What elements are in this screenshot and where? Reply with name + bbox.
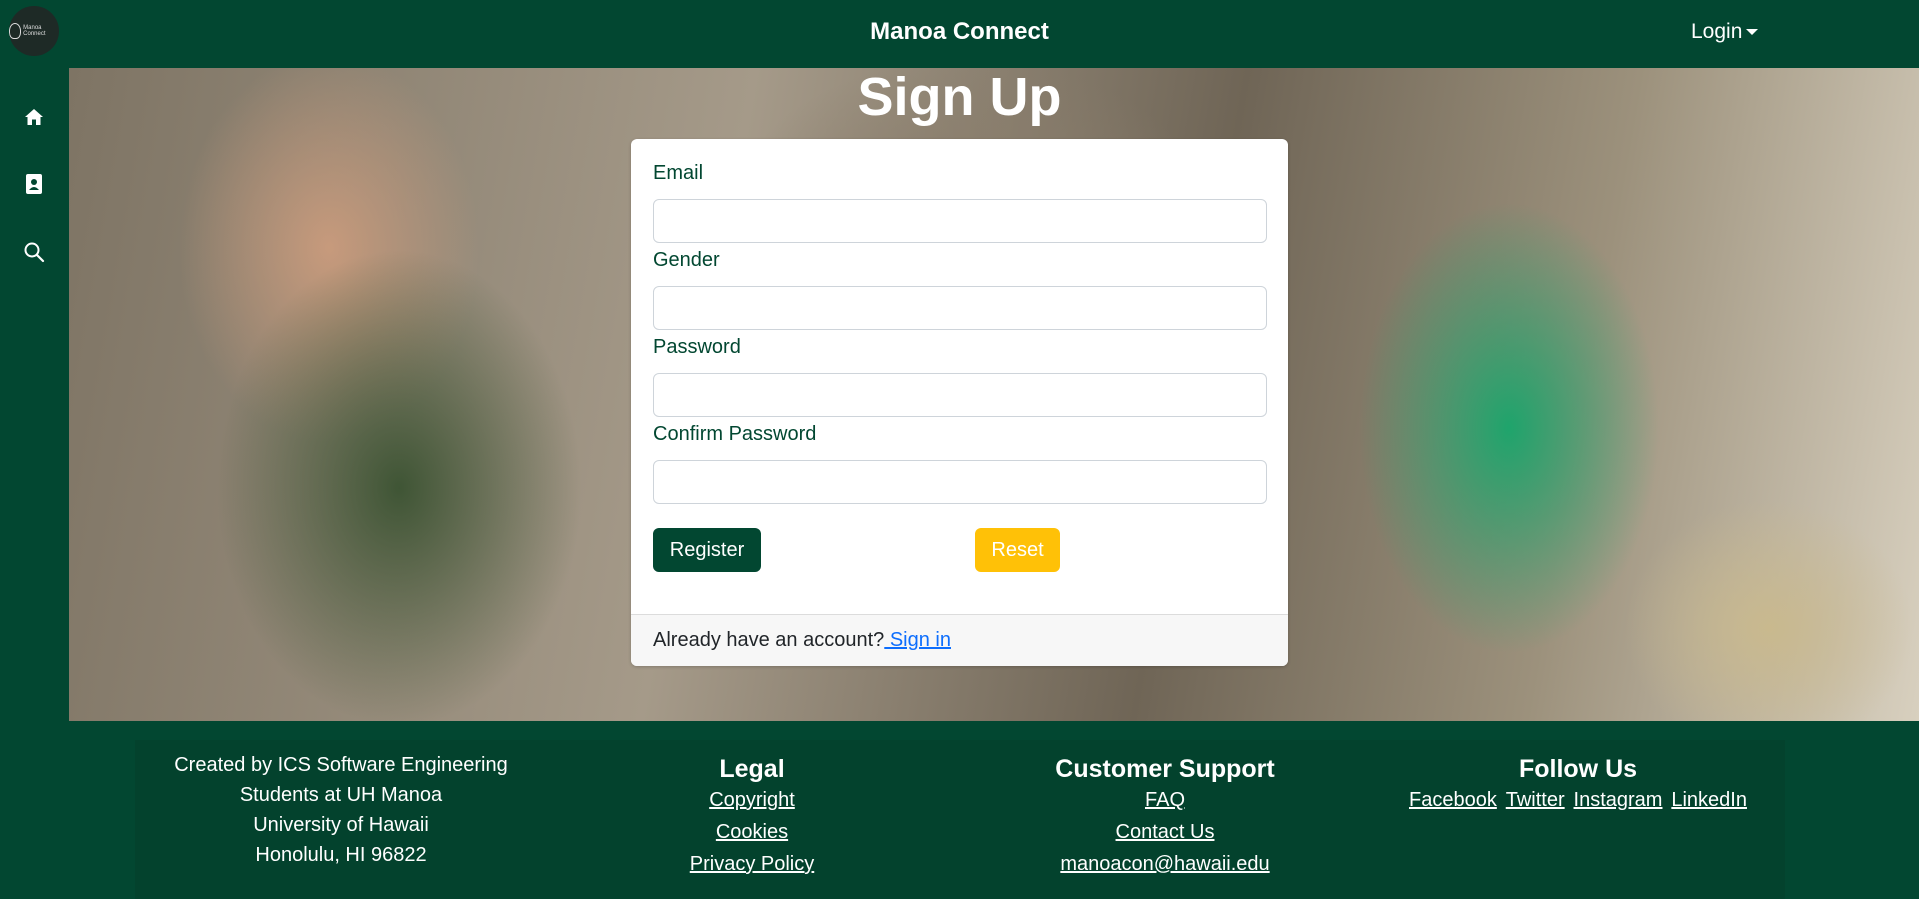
twitter-link[interactable]: Twitter bbox=[1506, 789, 1565, 811]
footer-about: Created by ICS Software Engineering Stud… bbox=[135, 750, 547, 870]
top-navbar: Manoa Connect Manoa Connect Login bbox=[0, 0, 1919, 68]
page-footer: Created by ICS Software Engineering Stud… bbox=[135, 740, 1785, 899]
register-button[interactable]: Register bbox=[653, 528, 761, 572]
footer-legal-title: Legal bbox=[719, 755, 785, 783]
confirm-password-field[interactable] bbox=[653, 460, 1267, 504]
instagram-link[interactable]: Instagram bbox=[1574, 789, 1663, 811]
footer-about-line: Honolulu, HI 96822 bbox=[255, 844, 427, 866]
linkedin-link[interactable]: LinkedIn bbox=[1671, 789, 1747, 811]
signin-question: Already have an account? bbox=[653, 629, 885, 651]
brand-title[interactable]: Manoa Connect bbox=[870, 18, 1049, 45]
footer-about-line: Created by ICS Software Engineering bbox=[174, 754, 508, 776]
email-label: Email bbox=[653, 162, 704, 184]
login-dropdown[interactable]: Login bbox=[1691, 20, 1759, 44]
contact-book-icon[interactable] bbox=[22, 172, 46, 196]
logo-mark-icon bbox=[9, 23, 22, 39]
logo-text: Manoa Connect bbox=[23, 25, 46, 37]
search-icon[interactable] bbox=[22, 240, 46, 264]
signup-card: Email Gender Password Confirm Password R… bbox=[631, 139, 1288, 666]
signin-link[interactable]: Sign in bbox=[884, 629, 951, 651]
facebook-link[interactable]: Facebook bbox=[1409, 789, 1497, 811]
privacy-policy-link[interactable]: Privacy Policy bbox=[690, 853, 814, 875]
card-footer: Already have an account? Sign in bbox=[631, 614, 1288, 666]
contact-us-link[interactable]: Contact Us bbox=[1116, 821, 1215, 843]
email-link[interactable]: manoacon@hawaii.edu bbox=[1060, 853, 1269, 875]
footer-follow: Follow Us Facebook Twitter Instagram Lin… bbox=[1372, 740, 1784, 817]
footer-about-line: University of Hawaii bbox=[253, 814, 429, 836]
footer-about-line: Students at UH Manoa bbox=[239, 784, 443, 806]
login-label: Login bbox=[1691, 20, 1743, 43]
logo[interactable]: Manoa Connect bbox=[9, 6, 59, 56]
signup-form: Email Gender Password Confirm Password R… bbox=[631, 139, 1288, 614]
password-field[interactable] bbox=[653, 373, 1267, 417]
home-icon[interactable] bbox=[22, 105, 46, 129]
footer-support-title: Customer Support bbox=[1055, 755, 1275, 783]
gender-field[interactable] bbox=[653, 286, 1267, 330]
caret-down-icon bbox=[1746, 29, 1759, 36]
cookies-link[interactable]: Cookies bbox=[716, 821, 788, 843]
confirm-password-label: Confirm Password bbox=[653, 423, 817, 445]
footer-support: Customer Support FAQ Contact Us manoacon… bbox=[959, 740, 1371, 881]
footer-legal: Legal Copyright Cookies Privacy Policy bbox=[546, 740, 958, 881]
footer-follow-title: Follow Us bbox=[1518, 755, 1638, 783]
page-title: Sign Up bbox=[857, 67, 1062, 127]
sidebar bbox=[0, 68, 69, 729]
signin-prompt: Already have an account? Sign in bbox=[653, 629, 951, 652]
reset-button[interactable]: Reset bbox=[975, 528, 1060, 572]
copyright-link[interactable]: Copyright bbox=[709, 789, 795, 811]
password-label: Password bbox=[653, 336, 741, 358]
faq-link[interactable]: FAQ bbox=[1145, 789, 1185, 811]
gender-label: Gender bbox=[653, 249, 720, 271]
email-field[interactable] bbox=[653, 199, 1267, 243]
